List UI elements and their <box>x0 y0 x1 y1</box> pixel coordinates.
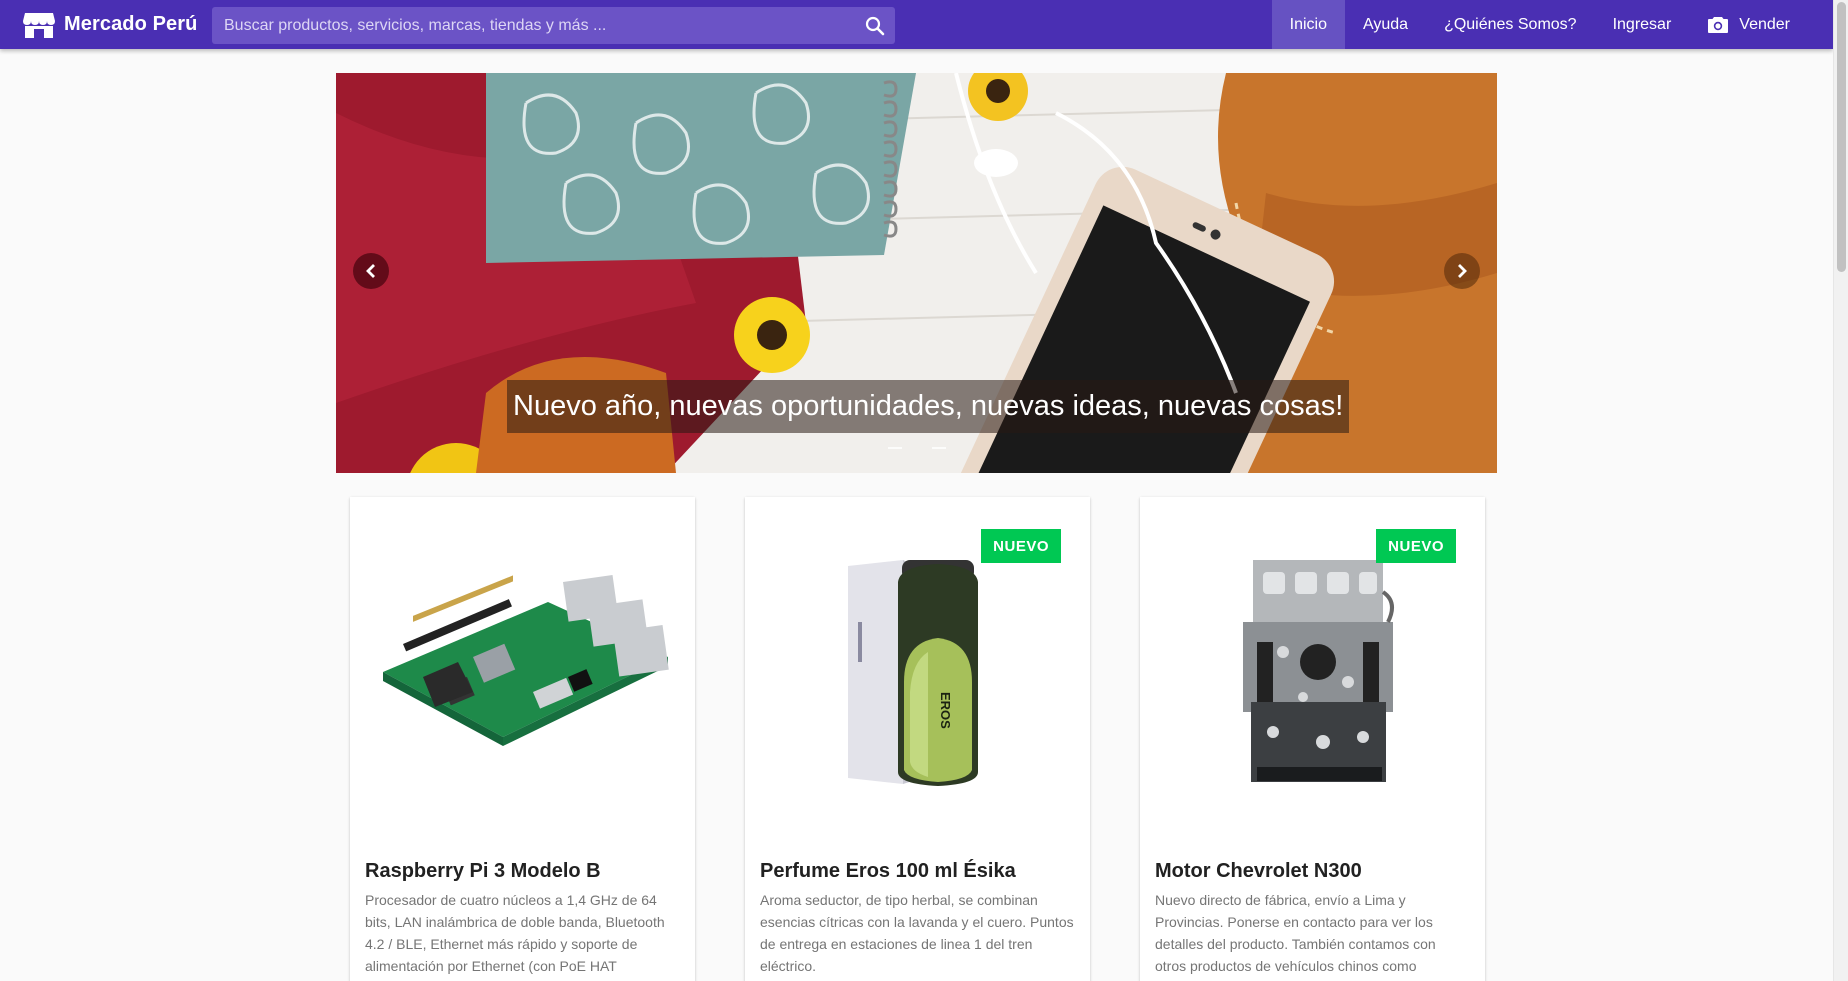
camera-icon <box>1707 15 1729 34</box>
product-card-motor-chevrolet[interactable]: NUEVO Motor Chevrolet N300 Nuevo directo… <box>1140 497 1485 981</box>
nav-ayuda[interactable]: Ayuda <box>1345 0 1426 49</box>
search-bar <box>212 7 895 44</box>
product-image-raspberry-pi <box>350 497 695 847</box>
nav-inicio[interactable]: Inicio <box>1271 0 1345 49</box>
page-scrollbar[interactable] <box>1833 0 1848 981</box>
product-title: Motor Chevrolet N300 <box>1155 860 1362 882</box>
nav-quienes-somos-label: ¿Quiénes Somos? <box>1444 15 1577 33</box>
carousel-indicator[interactable] <box>931 447 946 449</box>
new-badge: NUEVO <box>981 529 1061 563</box>
brand-link[interactable]: Mercado Perú <box>0 0 197 49</box>
product-description: Nuevo directo de fábrica, envío a Lima y… <box>1155 892 1436 974</box>
chevron-left-icon <box>366 264 375 278</box>
app-bar: Mercado Perú Inicio Ayuda ¿Quiénes Somos… <box>0 0 1833 49</box>
nav-vender[interactable]: Vender <box>1689 0 1818 49</box>
product-description: Procesador de cuatro núcleos a 1,4 GHz d… <box>365 892 665 974</box>
product-description: Aroma seductor, de tipo herbal, se combi… <box>760 892 1074 974</box>
nav-quienes-somos[interactable]: ¿Quiénes Somos? <box>1426 0 1595 49</box>
chevron-right-icon <box>1458 264 1467 278</box>
hero-carousel: Nuevo año, nuevas oportunidades, nuevas … <box>336 73 1497 473</box>
carousel-indicator[interactable] <box>887 447 902 449</box>
nav-vender-label: Vender <box>1739 15 1790 33</box>
carousel-prev-button[interactable] <box>353 253 389 289</box>
main-nav: Inicio Ayuda ¿Quiénes Somos? Ingresar Ve… <box>1271 0 1818 49</box>
store-icon <box>23 12 55 38</box>
nav-ingresar[interactable]: Ingresar <box>1595 0 1690 49</box>
perfume-bottle-label: EROS <box>938 692 953 729</box>
product-title: Raspberry Pi 3 Modelo B <box>365 860 601 882</box>
nav-ayuda-label: Ayuda <box>1362 15 1409 33</box>
brand-name: Mercado Perú <box>64 13 198 35</box>
product-card-raspberry-pi[interactable]: Raspberry Pi 3 Modelo B Procesador de cu… <box>350 497 695 981</box>
nav-ingresar-label: Ingresar <box>1612 15 1672 33</box>
carousel-caption: Nuevo año, nuevas oportunidades, nuevas … <box>507 380 1350 433</box>
search-icon[interactable] <box>855 7 895 44</box>
product-card-perfume-eros[interactable]: EROS NUEVO Perfume Eros 100 ml Ésika Aro… <box>745 497 1090 981</box>
scrollbar-thumb[interactable] <box>1837 2 1846 272</box>
product-title: Perfume Eros 100 ml Ésika <box>760 860 1016 882</box>
carousel-next-button[interactable] <box>1444 253 1480 289</box>
carousel-indicators <box>336 447 1497 449</box>
new-badge: NUEVO <box>1376 529 1456 563</box>
search-input[interactable] <box>212 7 855 44</box>
nav-inicio-label: Inicio <box>1289 15 1327 33</box>
